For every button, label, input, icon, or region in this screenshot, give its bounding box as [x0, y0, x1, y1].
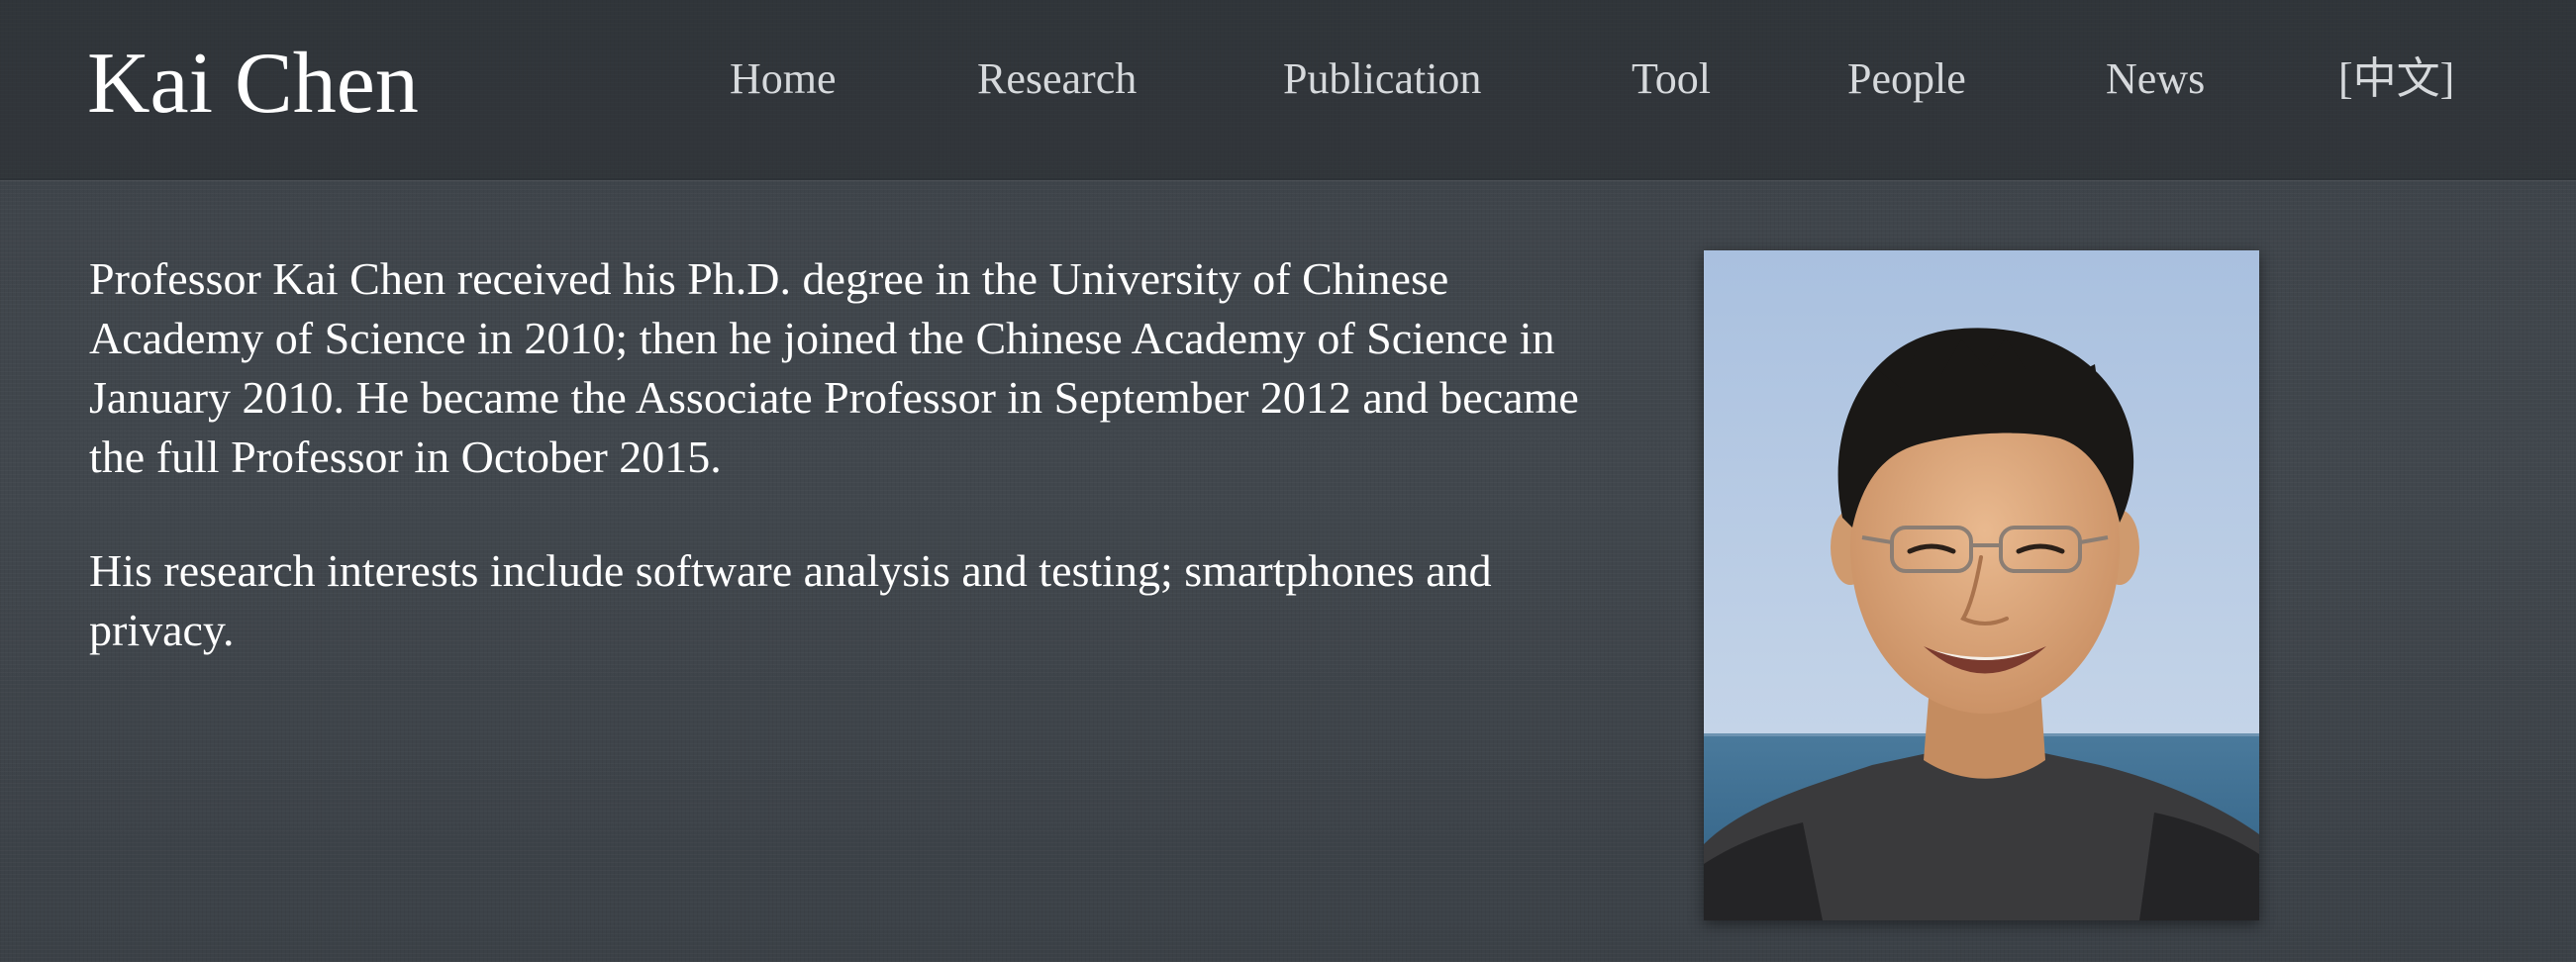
nav-tool[interactable]: Tool [1632, 48, 1711, 111]
portrait-image [1704, 250, 2259, 920]
nav-people[interactable]: People [1847, 48, 1966, 111]
bio-research-interests-paragraph: His research interests include software … [89, 545, 1492, 655]
bio-career-paragraph: Professor Kai Chen received his Ph.D. de… [89, 253, 1579, 482]
nav-research[interactable]: Research [977, 48, 1137, 111]
nav-chinese-language[interactable]: [中文] [2338, 48, 2454, 111]
nav-news[interactable]: News [2106, 48, 2205, 111]
nav-publication[interactable]: Publication [1283, 48, 1481, 111]
bio-section: Professor Kai Chen received his Ph.D. de… [89, 249, 1614, 660]
portrait-photo [1704, 250, 2259, 920]
site-header: Kai Chen Home Research Publication Tool … [0, 0, 2576, 180]
site-title[interactable]: Kai Chen [87, 30, 419, 139]
nav-home[interactable]: Home [730, 48, 837, 111]
